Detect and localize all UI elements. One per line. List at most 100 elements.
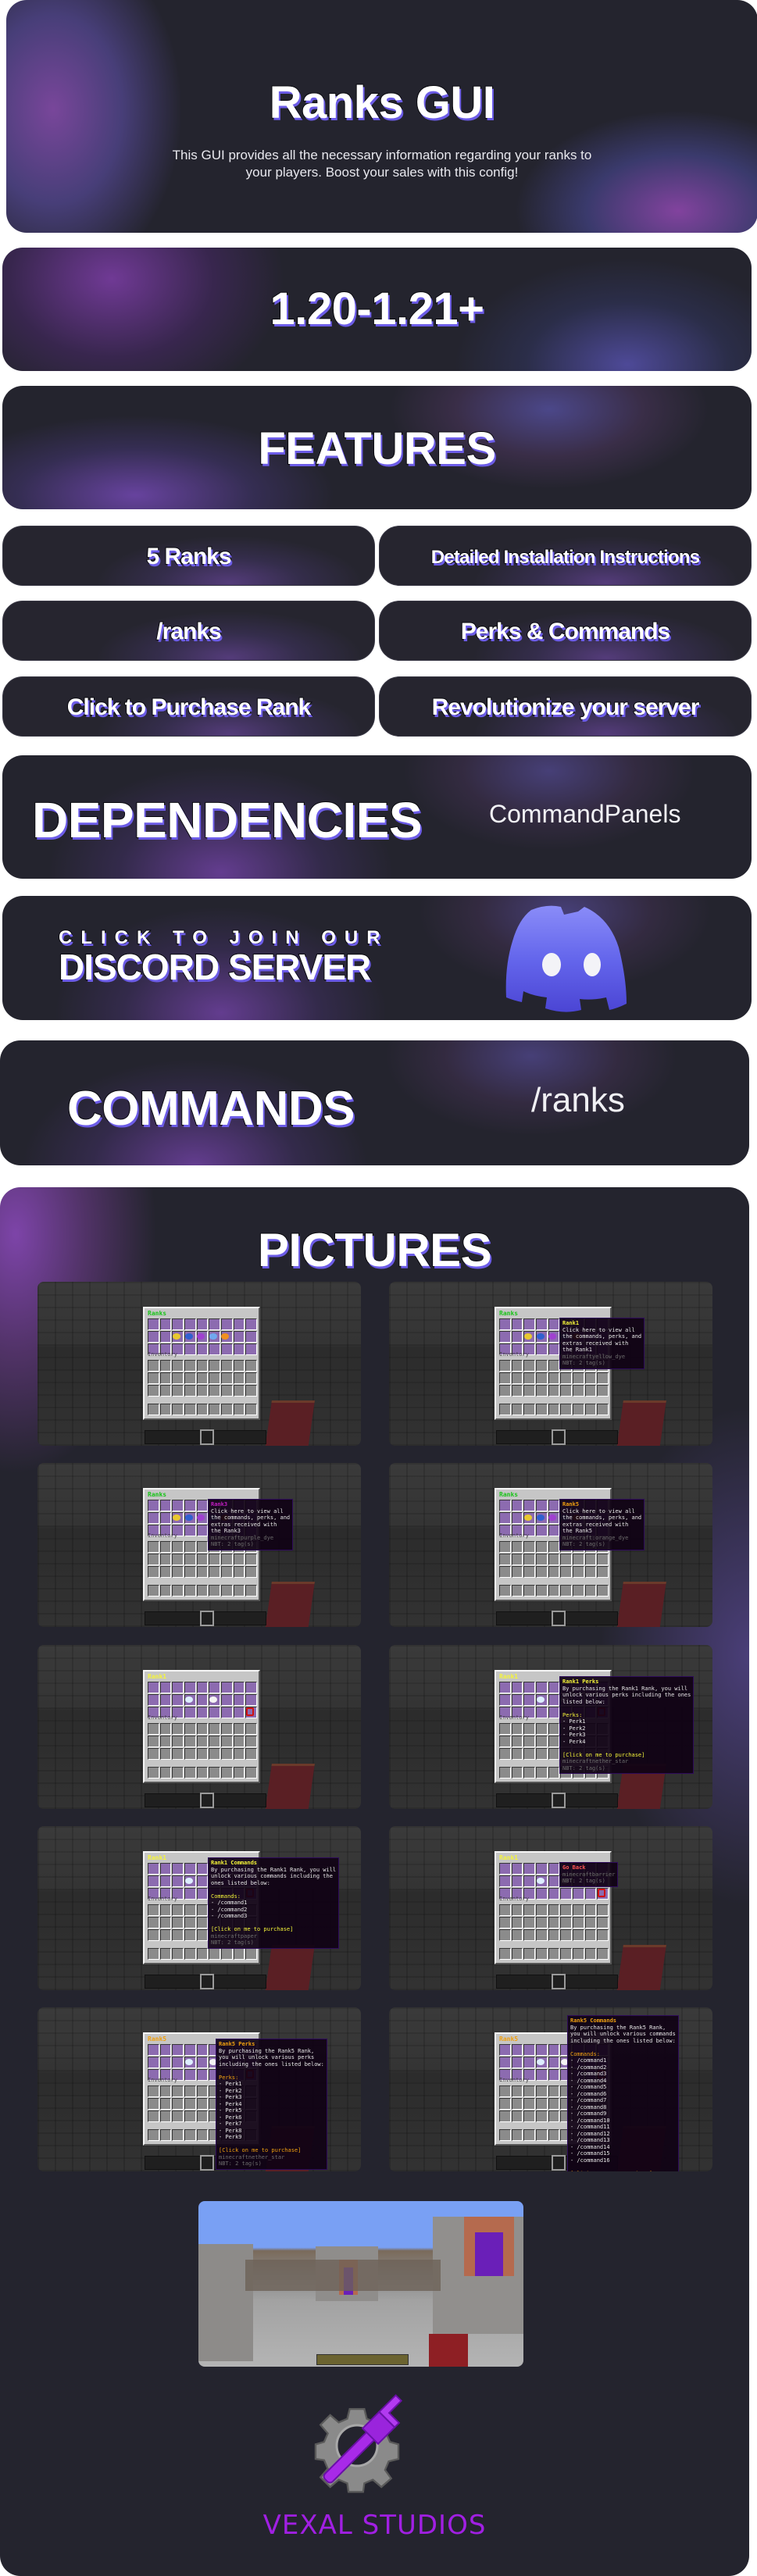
inventory-slot (499, 1360, 511, 1372)
inventory-slot (548, 1948, 560, 1960)
inventory-slot (511, 1917, 523, 1928)
inventory-label: Inventory (499, 1896, 529, 1902)
gui-title: Rank1 (499, 1673, 519, 1680)
inventory-slot (209, 1736, 220, 1747)
screenshot: Rank5 Inventory Rank5 Perks By purchasing t… (37, 2007, 361, 2171)
inventory-slot (221, 1404, 233, 1415)
inventory-slot (184, 1525, 196, 1536)
inventory-slot (511, 2098, 523, 2110)
inventory-slot (548, 1707, 560, 1718)
inventory-slot (221, 1948, 233, 1960)
inventory-slot (148, 1554, 159, 1565)
tooltip-line: - /command1 (570, 2057, 607, 2064)
inventory-slot (548, 1318, 560, 1330)
inventory-slot (523, 1904, 535, 1916)
inventory-slot (159, 1360, 172, 1372)
tooltip-line: [Click on me to purchase] (570, 2171, 676, 2172)
inventory-slot (172, 1904, 184, 1916)
tooltip-line: extras received with (562, 1340, 629, 1347)
inventory-slot (511, 1682, 523, 1693)
hotbar (145, 1793, 266, 1808)
feature-label: Revolutionize your server (431, 694, 701, 721)
tooltip-title: Rank5 Commands (570, 2018, 617, 2024)
tooltip-line: - Perk2 (219, 2087, 242, 2094)
inventory-slot (233, 1566, 245, 1578)
inventory-slot (196, 1682, 209, 1693)
inventory-slot (511, 1372, 523, 1384)
inventory-slot (584, 1554, 597, 1565)
inventory-slot (597, 1566, 609, 1578)
inventory-slot (523, 1767, 535, 1779)
inventory-slot (548, 1888, 560, 1900)
tooltip-line (211, 1920, 336, 1927)
tooltip-meta: minecraftpurple_dye (211, 1534, 274, 1541)
inventory-slot (209, 1585, 220, 1597)
hero-banner: Ranks GUI This GUI provides all the nece… (6, 0, 757, 233)
hotbar (496, 1429, 618, 1445)
inventory-slot (536, 1682, 548, 1693)
inventory-slot (233, 1723, 245, 1735)
inventory-slot (159, 1585, 172, 1597)
inventory-slot (233, 1767, 245, 1779)
inventory-slot (245, 1585, 257, 1597)
inventory-slot (548, 2069, 560, 2081)
inventory-slot (499, 1372, 511, 1384)
inventory-slot (573, 1585, 584, 1597)
tooltip-line: [Click on me to purchase] (211, 1926, 294, 1932)
discord-icon[interactable] (492, 901, 641, 1018)
hotbar (496, 1611, 618, 1626)
barrier-icon (246, 1707, 254, 1716)
inventory-slot (184, 1585, 196, 1597)
player-hand (264, 1945, 315, 1990)
top-slots (148, 1682, 257, 1718)
inventory-slot (548, 1723, 560, 1735)
inventory-slot (523, 1372, 535, 1384)
inventory-slot (523, 2085, 535, 2097)
inventory-slot (196, 1694, 209, 1706)
inventory-slot (511, 1360, 523, 1372)
inventory-slot (159, 1723, 172, 1735)
inventory-slot (523, 1929, 535, 1941)
inventory-slot (172, 1404, 184, 1415)
inventory-slot (196, 2110, 209, 2122)
inventory-slot (172, 2110, 184, 2122)
inventory-slot (196, 2057, 209, 2068)
inventory-slot (221, 1723, 233, 1735)
inventory-slot (536, 2110, 548, 2122)
inventory-slot (196, 1736, 209, 1747)
gui-title: Ranks (499, 1310, 519, 1317)
screenshot: Rank5 Inventory Rank5 Commands By purchasin… (389, 2007, 712, 2171)
inventory-slot (511, 1748, 523, 1760)
inventory-slot (523, 1694, 535, 1706)
inventory-slot (511, 1875, 523, 1887)
inventory-slot (159, 2085, 172, 2097)
inventory-slot (499, 1694, 511, 1706)
item-tooltip: Rank5 Perks By purchasing the Rank5 Rank,… (216, 2039, 327, 2170)
tooltip-line: - /command16 (570, 2157, 610, 2164)
inventory-slot (523, 2044, 535, 2056)
inventory-slot (148, 1904, 159, 1916)
inventory-slot (196, 1767, 209, 1779)
inventory-slot (499, 1748, 511, 1760)
inventory-slot (548, 1404, 560, 1415)
gui-item-icon (537, 2059, 545, 2065)
bar-slots (148, 1767, 257, 1779)
inventory-slot (499, 1566, 511, 1578)
discord-join-button[interactable]: CLICK TO JOIN OUR DISCORD SERVER (2, 896, 752, 1020)
inventory-slot (511, 2057, 523, 2068)
inventory-slot (523, 1360, 535, 1372)
inventory-slot (196, 1917, 209, 1928)
item-tooltip: Rank1 Click here to view all the commands,… (559, 1318, 645, 1369)
tooltip-line: By purchasing the Rank1 Rank, you will (562, 1685, 688, 1692)
inventory-slot (548, 2110, 560, 2122)
inventory-slot (172, 1929, 184, 1941)
tooltip-line: listed below: (562, 1698, 605, 1705)
inventory-slot (499, 1723, 511, 1735)
inventory-label: Inventory (148, 1896, 177, 1902)
gui-title: Ranks (148, 1310, 167, 1317)
tooltip-line (219, 2068, 324, 2075)
commands-banner: COMMANDS /ranks (0, 1040, 749, 1165)
inventory-slot (536, 1948, 548, 1960)
dye-item-icon (209, 1333, 217, 1340)
inventory-slot (523, 1682, 535, 1693)
